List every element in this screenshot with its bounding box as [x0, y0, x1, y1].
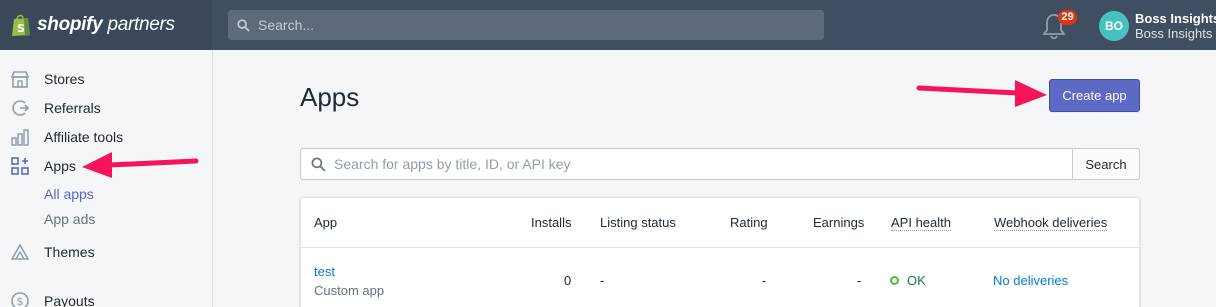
column-header-rating: Rating — [730, 215, 768, 230]
listing-status-value: - — [600, 273, 605, 288]
sidebar-item-payouts[interactable]: $ Payouts — [0, 289, 212, 307]
page-title: Apps — [300, 82, 360, 112]
installs-value: 0 — [564, 273, 572, 288]
sidebar-subitem-all-apps[interactable]: All apps — [44, 186, 94, 202]
user-org[interactable]: Boss Insights — [1135, 26, 1212, 41]
referral-icon — [12, 100, 30, 116]
avatar[interactable]: BO — [1099, 11, 1129, 41]
global-search-input[interactable] — [258, 17, 778, 33]
search-icon — [237, 18, 250, 32]
sidebar-item-apps[interactable]: Apps — [0, 154, 212, 178]
column-header-app: App — [314, 215, 338, 230]
sidebar-item-label: Affiliate tools — [44, 129, 124, 145]
sidebar-item-label: Apps — [44, 158, 76, 174]
store-icon — [10, 71, 30, 88]
sidebar-item-label: Stores — [44, 71, 85, 87]
earnings-value: - — [857, 273, 862, 288]
search-button[interactable]: Search — [1072, 148, 1140, 180]
webhook-deliveries-link[interactable]: No deliveries — [993, 273, 1068, 288]
user-name[interactable]: Boss Insights — [1135, 11, 1216, 26]
column-header-webhook-deliveries: Webhook deliveries — [994, 215, 1108, 231]
app-name-link[interactable]: test — [314, 264, 335, 279]
app-search-input[interactable] — [334, 156, 1034, 172]
themes-icon — [10, 243, 30, 260]
svg-text:$: $ — [17, 295, 24, 307]
app-search-field[interactable] — [300, 148, 1073, 180]
notification-count-badge: 29 — [1058, 10, 1077, 25]
table-header-divider — [300, 247, 1140, 248]
column-header-installs: Installs — [531, 215, 572, 230]
global-search[interactable] — [228, 10, 824, 40]
column-header-api-health: API health — [891, 215, 951, 231]
create-app-button[interactable]: Create app — [1049, 79, 1140, 112]
svg-text:S: S — [17, 22, 25, 35]
shopify-bag-icon: S — [12, 14, 30, 36]
sidebar-item-label: Referrals — [44, 100, 101, 116]
annotation-arrow-create-app — [916, 80, 1047, 107]
column-header-listing-status: Listing status — [600, 215, 676, 230]
sidebar-item-label: Payouts — [44, 293, 95, 307]
sidebar-item-label: Themes — [44, 244, 95, 260]
api-health-value: OK — [907, 273, 926, 288]
logo-text: shopify partners — [37, 14, 175, 35]
sidebar-item-stores[interactable]: Stores — [0, 67, 212, 91]
search-icon — [311, 157, 326, 172]
sidebar-item-referrals[interactable]: Referrals — [0, 96, 212, 120]
column-header-earnings: Earnings — [813, 215, 865, 230]
apps-table-card — [300, 197, 1140, 307]
payouts-icon: $ — [11, 292, 29, 307]
sidebar-item-themes[interactable]: Themes — [0, 240, 212, 264]
shopify-partners-logo[interactable]: S shopify partners — [0, 0, 212, 50]
status-ok-icon — [890, 276, 899, 285]
chart-icon — [11, 129, 29, 146]
rating-value: - — [762, 273, 767, 288]
sidebar-subitem-app-ads[interactable]: App ads — [44, 211, 95, 227]
apps-icon — [11, 157, 29, 175]
app-type: Custom app — [314, 283, 385, 298]
sidebar-item-affiliate-tools[interactable]: Affiliate tools — [0, 125, 212, 149]
